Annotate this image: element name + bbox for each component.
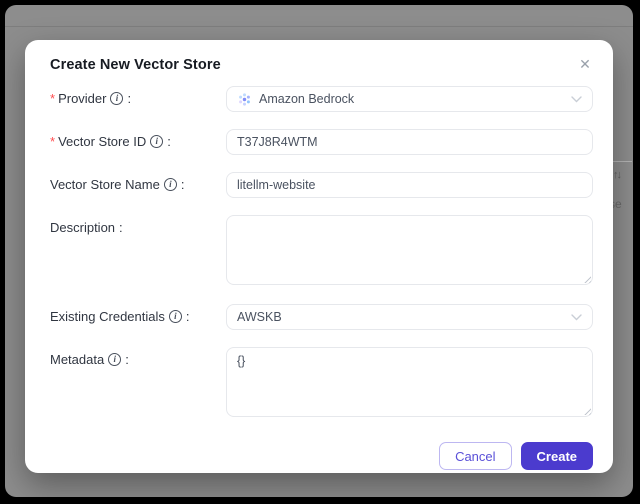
existing-credentials-select[interactable]: AWSKB <box>226 304 593 330</box>
vector-store-name-label: Vector Store Name i : <box>50 172 226 192</box>
cancel-button[interactable]: Cancel <box>439 442 512 470</box>
vector-store-name-input[interactable] <box>226 172 593 198</box>
existing-credentials-label-text: Existing Credentials <box>50 309 165 324</box>
chevron-down-icon <box>571 313 582 321</box>
chevron-down-icon <box>571 95 582 103</box>
label-colon: : <box>125 352 129 367</box>
label-colon: : <box>180 177 185 192</box>
page-header-divider <box>5 26 633 27</box>
create-button[interactable]: Create <box>520 442 593 470</box>
provider-label-text: Provider <box>58 91 107 106</box>
metadata-textarea[interactable] <box>226 347 593 417</box>
provider-select[interactable]: Amazon Bedrock <box>226 86 593 112</box>
info-icon[interactable]: i <box>108 353 122 366</box>
create-vector-store-modal: Create New Vector Store ✕ * Provider i : <box>25 40 613 473</box>
provider-select-value: Amazon Bedrock <box>259 92 355 106</box>
modal-footer: Cancel Create <box>43 434 593 470</box>
vector-store-id-label: * Vector Store ID i : <box>50 129 226 149</box>
existing-credentials-select-value: AWSKB <box>237 310 282 324</box>
label-colon: : <box>185 309 190 324</box>
close-icon[interactable]: ✕ <box>575 54 595 74</box>
field-row-provider: * Provider i : Amazon Bedrock <box>50 86 593 112</box>
description-textarea[interactable] <box>226 215 593 285</box>
field-row-vector-store-name: Vector Store Name i : <box>50 172 593 198</box>
field-row-vector-store-id: * Vector Store ID i : <box>50 129 593 155</box>
metadata-label-text: Metadata <box>50 352 105 367</box>
metadata-label: Metadata i : <box>50 347 226 367</box>
field-row-metadata: Metadata i : <box>50 347 593 417</box>
field-row-existing-credentials: Existing Credentials i : AWSKB <box>50 304 593 330</box>
vector-store-name-label-text: Vector Store Name <box>50 177 160 192</box>
description-label-text: Description <box>50 220 116 235</box>
info-icon[interactable]: i <box>163 178 177 191</box>
required-asterisk: * <box>50 91 56 106</box>
modal-title: Create New Vector Store <box>50 57 221 73</box>
vector-store-id-label-text: Vector Store ID <box>58 134 147 149</box>
info-icon[interactable]: i <box>110 92 124 105</box>
bedrock-icon <box>237 92 252 107</box>
provider-label: * Provider i : <box>50 86 226 106</box>
description-label: Description : <box>50 215 226 235</box>
info-icon[interactable]: i <box>150 135 164 148</box>
dimmed-page-background: ↑↓ se Create New Vector Store ✕ * Provid… <box>5 5 633 497</box>
vector-store-id-input[interactable] <box>226 129 593 155</box>
existing-credentials-label: Existing Credentials i : <box>50 304 226 324</box>
label-colon: : <box>119 220 123 235</box>
field-row-description: Description : <box>50 215 593 285</box>
label-colon: : <box>127 91 132 106</box>
label-colon: : <box>167 134 171 149</box>
info-icon[interactable]: i <box>168 310 182 323</box>
sort-icon: ↑↓ <box>613 169 622 181</box>
required-asterisk: * <box>50 134 56 149</box>
